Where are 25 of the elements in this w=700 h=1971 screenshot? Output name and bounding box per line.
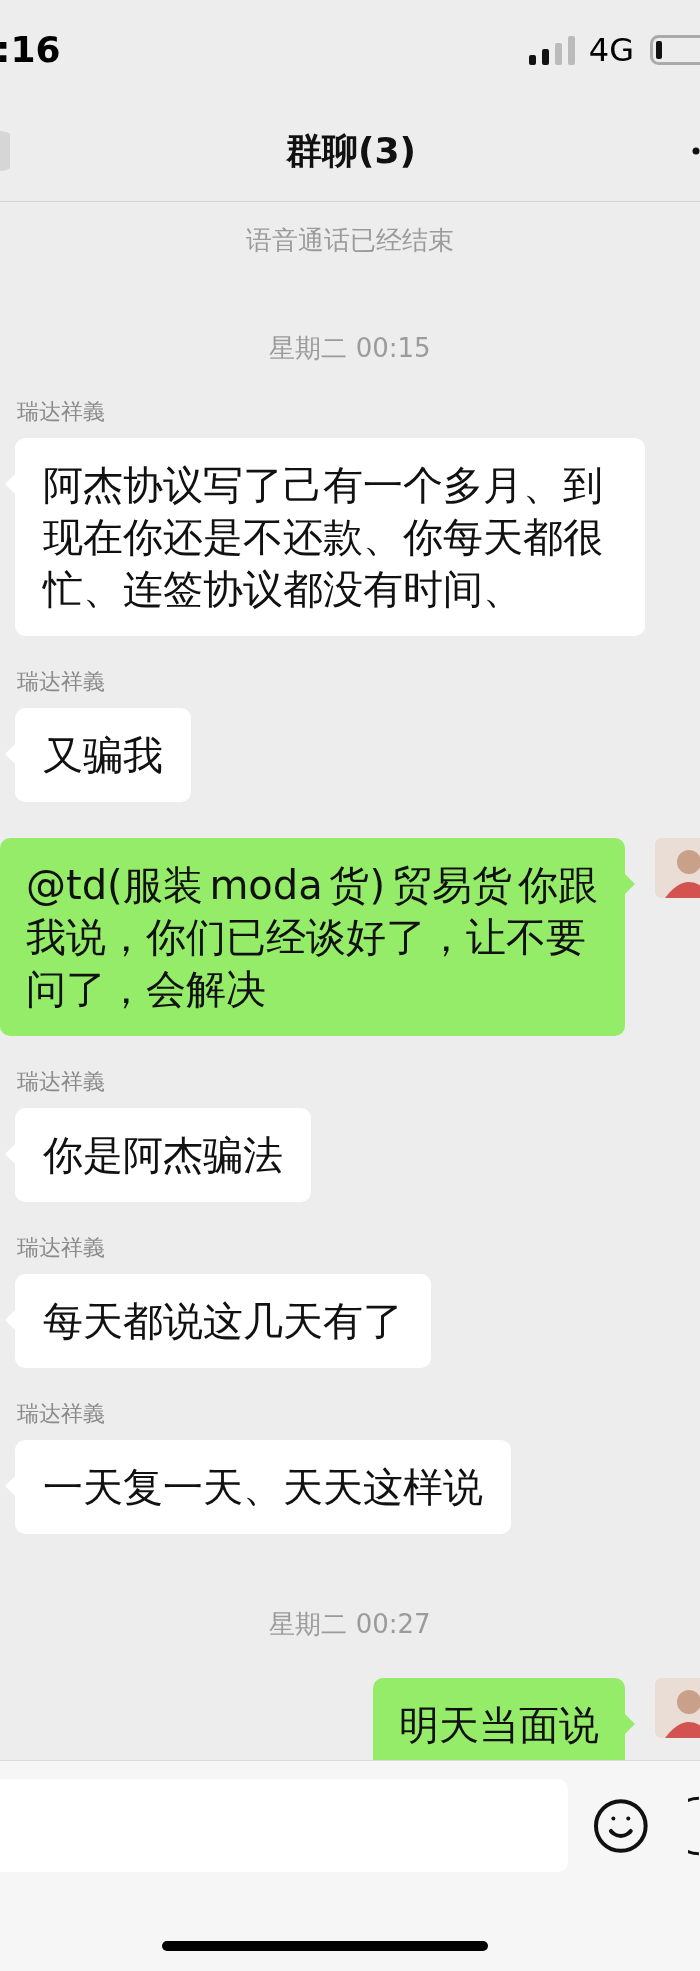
message-bubble[interactable]: 你是阿杰骗法 [15, 1108, 311, 1202]
message-bubble[interactable]: 阿杰协议写了己有一个多月、到现在你还是不还款、你每天都很忙、连签协议都没有时间、 [15, 438, 645, 636]
sender-name: 瑞达祥義 [16, 668, 105, 696]
bubble-tail [625, 874, 635, 894]
message-bubble[interactable]: 一天复一天、天天这样说 [15, 1440, 511, 1534]
avatar[interactable] [655, 838, 700, 898]
sender-name: 瑞达祥義 [16, 1068, 105, 1096]
message-bubble[interactable]: @td(服装 moda 货) 贸易货 你跟我说，你们已经谈好了，让不要问了，会解决 [0, 838, 625, 1036]
bubble-tail [625, 1714, 635, 1734]
message-bubble[interactable]: 又骗我 [15, 708, 191, 802]
sender-name: 瑞达祥義 [16, 1400, 105, 1428]
network-label: 4G [588, 30, 634, 71]
more-icon[interactable] [692, 146, 700, 155]
avatar[interactable] [655, 1678, 700, 1738]
battery-icon [650, 35, 700, 65]
system-message: 语音通话已经结束 [246, 224, 454, 257]
message-bubble[interactable]: 明天当面说 [373, 1678, 625, 1760]
message-bubble[interactable]: 每天都说这几天有了 [15, 1274, 431, 1368]
status-time: :16 [0, 28, 61, 72]
timestamp: 星期二 00:27 [269, 1608, 431, 1641]
sender-name: 瑞达祥義 [16, 1234, 105, 1262]
chat-title: 群聊(3) [286, 128, 416, 173]
signal-icon [528, 35, 577, 65]
sender-name: 瑞达祥義 [16, 398, 105, 426]
timestamp: 星期二 00:15 [269, 332, 431, 365]
